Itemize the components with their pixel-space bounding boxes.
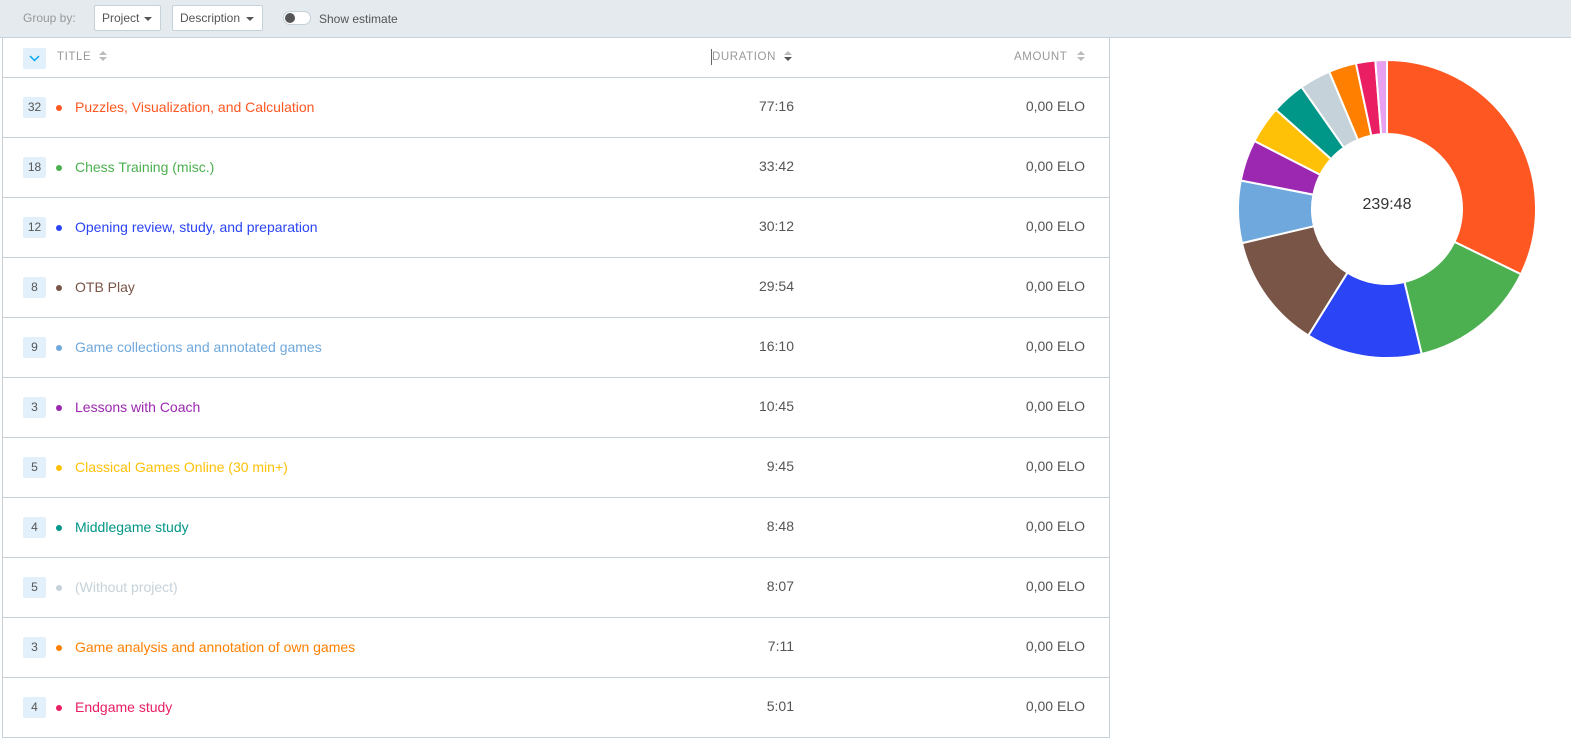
show-estimate-label: Show estimate <box>319 12 398 26</box>
table-row[interactable]: 8 OTB Play 29:54 0,00 ELO <box>3 258 1109 318</box>
project-title: Classical Games Online (30 min+) <box>75 459 288 475</box>
row-amount: 0,00 ELO <box>1025 578 1085 594</box>
row-duration: 33:42 <box>758 158 794 174</box>
project-title: Endgame study <box>75 699 173 715</box>
row-amount: 0,00 ELO <box>1025 338 1085 354</box>
sort-title-icon[interactable] <box>99 51 107 64</box>
group-by-label: Group by: <box>23 11 76 25</box>
row-duration: 29:54 <box>758 278 794 294</box>
table-row[interactable]: 32 Puzzles, Visualization, and Calculatio… <box>3 78 1109 138</box>
entry-count-badge[interactable]: 18 <box>23 157 46 178</box>
row-amount: 0,00 ELO <box>1025 278 1085 294</box>
sort-amount-icon[interactable] <box>1077 51 1085 64</box>
entry-count-badge[interactable]: 3 <box>23 637 46 658</box>
row-amount: 0,00 ELO <box>1025 638 1085 654</box>
row-amount: 0,00 ELO <box>1025 398 1085 414</box>
pie-slice-0[interactable] <box>1386 58 1537 276</box>
entry-count-badge[interactable]: 5 <box>23 457 46 478</box>
entry-count-badge[interactable]: 9 <box>23 337 46 358</box>
expand-all-button[interactable] <box>23 48 46 69</box>
table-row[interactable]: 18 Chess Training (misc.) 33:42 0,00 ELO <box>3 138 1109 198</box>
table-row[interactable]: 9 Game collections and annotated games 16:… <box>3 318 1109 378</box>
row-amount: 0,00 ELO <box>1025 158 1085 174</box>
row-duration: 10:45 <box>758 398 794 414</box>
project-title: Puzzles, Visualization, and Calculation <box>75 99 315 115</box>
entry-count-badge[interactable]: 5 <box>23 577 46 598</box>
chart-total-label: 239:48 <box>1362 196 1412 213</box>
entry-count-badge[interactable]: 4 <box>23 517 46 538</box>
project-color-dot <box>56 705 62 711</box>
entry-count-badge[interactable]: 3 <box>23 397 46 418</box>
project-color-dot <box>56 345 62 351</box>
entry-count-badge[interactable]: 32 <box>23 97 46 118</box>
table-row[interactable]: 12 Opening review, study, and preparation… <box>3 198 1109 258</box>
row-duration: 7:11 <box>767 638 794 654</box>
project-title: Lessons with Coach <box>75 399 201 415</box>
row-amount: 0,00 ELO <box>1025 98 1085 114</box>
row-duration: 30:12 <box>758 218 794 234</box>
report-table: TITLE DURATION AMOUNT 32 Puzzles, Visuali… <box>2 38 1110 738</box>
group-project-value: Project <box>102 11 140 25</box>
col-title-header[interactable]: TITLE <box>57 51 91 63</box>
project-title: (Without project) <box>75 579 178 595</box>
table-row[interactable]: 4 Endgame study 5:01 0,00 ELO <box>3 678 1109 738</box>
entry-count-badge[interactable]: 12 <box>23 217 46 238</box>
project-color-dot <box>56 645 62 651</box>
project-color-dot <box>56 225 62 231</box>
table-row[interactable]: 5 (Without project) 8:07 0,00 ELO <box>3 558 1109 618</box>
project-color-dot <box>56 405 62 411</box>
caret-down-icon <box>246 17 254 21</box>
row-amount: 0,00 ELO <box>1025 518 1085 534</box>
group-description-value: Description <box>180 11 241 25</box>
sort-duration-icon[interactable] <box>784 51 792 64</box>
project-color-dot <box>56 165 62 171</box>
chevron-down-icon <box>29 55 40 62</box>
table-row[interactable]: 4 Middlegame study 8:48 0,00 ELO <box>3 498 1109 558</box>
table-header: TITLE DURATION AMOUNT <box>3 38 1109 78</box>
row-duration: 9:45 <box>766 458 794 474</box>
entry-count-badge[interactable]: 8 <box>23 277 46 298</box>
col-amount-header[interactable]: AMOUNT <box>1014 51 1067 63</box>
entry-count-badge[interactable]: 4 <box>23 697 46 718</box>
project-title: OTB Play <box>75 279 135 295</box>
row-duration: 77:16 <box>758 98 794 114</box>
project-title: Game collections and annotated games <box>75 339 322 355</box>
table-row[interactable]: 3 Game analysis and annotation of own gam… <box>3 618 1109 678</box>
project-color-dot <box>56 285 62 291</box>
row-amount: 0,00 ELO <box>1025 218 1085 234</box>
toolbar: Group by: Project Description Show estim… <box>0 0 1571 38</box>
project-color-dot <box>56 465 62 471</box>
col-duration-header[interactable]: DURATION <box>712 51 776 63</box>
project-title: Middlegame study <box>75 519 189 535</box>
table-row[interactable]: 5 Classical Games Online (30 min+) 9:45 0,0… <box>3 438 1109 498</box>
toggle-knob <box>285 13 295 23</box>
table-row[interactable]: 3 Lessons with Coach 10:45 0,00 ELO <box>3 378 1109 438</box>
show-estimate-toggle[interactable] <box>283 11 311 25</box>
row-amount: 0,00 ELO <box>1025 698 1085 714</box>
project-title: Chess Training (misc.) <box>75 159 215 175</box>
project-color-dot <box>56 105 62 111</box>
caret-down-icon <box>144 17 152 21</box>
row-duration: 5:01 <box>766 698 794 714</box>
row-duration: 8:07 <box>766 578 794 594</box>
row-duration: 8:48 <box>766 518 794 534</box>
row-amount: 0,00 ELO <box>1025 458 1085 474</box>
project-title: Opening review, study, and preparation <box>75 219 318 235</box>
project-color-dot <box>56 585 62 591</box>
project-title: Game analysis and annotation of own game… <box>75 639 356 655</box>
project-color-dot <box>56 525 62 531</box>
group-description-dropdown[interactable]: Description <box>172 5 263 31</box>
row-duration: 16:10 <box>758 338 794 354</box>
group-project-dropdown[interactable]: Project <box>94 5 161 31</box>
